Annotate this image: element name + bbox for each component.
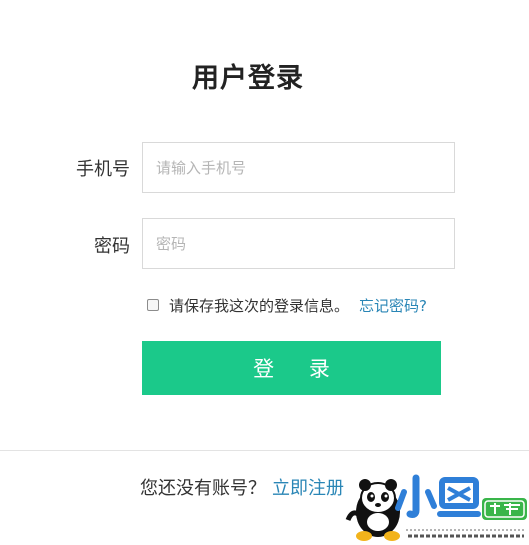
- register-row: 您还没有账号？ 立即注册: [140, 474, 344, 500]
- remember-label: 请保存我这次的登录信息。: [169, 296, 350, 315]
- phone-input[interactable]: [142, 142, 455, 193]
- divider: [0, 450, 529, 451]
- panda-logo-icon: [345, 479, 400, 541]
- watermark-logo: [345, 474, 527, 541]
- no-account-text: 您还没有账号？: [140, 478, 266, 499]
- page-title: 用户登录: [192, 63, 304, 94]
- phone-label: 手机号: [76, 159, 130, 180]
- password-label: 密码: [94, 236, 130, 257]
- brand-lettering-icon: [395, 474, 527, 539]
- login-button[interactable]: 登 录: [142, 341, 441, 395]
- remember-checkbox[interactable]: [147, 299, 159, 311]
- login-page: 用户登录 手机号 密码 请保存我这次的登录信息。 忘记密码? 登 录 您还没有账…: [0, 0, 529, 545]
- forgot-password-link[interactable]: 忘记密码?: [359, 295, 427, 316]
- password-input[interactable]: [142, 218, 455, 269]
- remember-row: 请保存我这次的登录信息。 忘记密码?: [147, 294, 427, 316]
